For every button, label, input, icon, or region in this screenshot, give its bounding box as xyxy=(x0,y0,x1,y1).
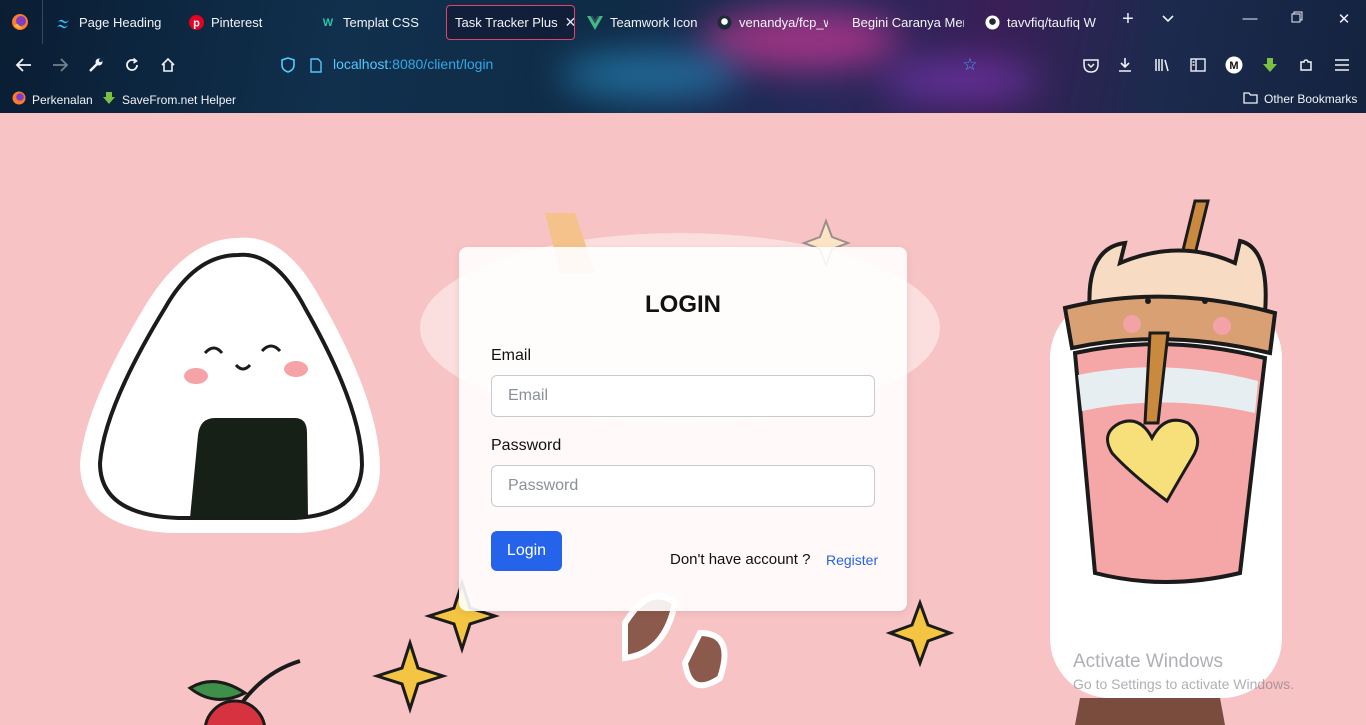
tab-label: Teamwork Icon P xyxy=(610,15,699,30)
other-bookmarks-label: Other Bookmarks xyxy=(1264,92,1358,106)
url-bar[interactable]: localhost:8080/client/login xyxy=(333,56,493,72)
tab-templat-css[interactable]: W Templat CSS xyxy=(320,5,430,40)
tab-task-tracker-plus[interactable]: Task Tracker Plus ✕ xyxy=(446,5,575,40)
tab-begini-caranya[interactable]: Begini Caranya Men xyxy=(852,5,964,40)
tab-bar: Page Headings p Pinterest W Templat CSS … xyxy=(0,0,1366,44)
cherry-sticker-icon xyxy=(187,659,301,725)
restore-icon[interactable] xyxy=(1285,10,1309,27)
library-icon[interactable] xyxy=(1151,54,1173,76)
sidebar-icon[interactable] xyxy=(1187,54,1209,76)
browser-chrome: Page Headings p Pinterest W Templat CSS … xyxy=(0,0,1366,113)
email-input[interactable] xyxy=(491,375,875,417)
password-label: Password xyxy=(491,437,562,454)
page-icon xyxy=(305,54,327,76)
no-account-text: Don't have account ? xyxy=(670,551,811,568)
reload-icon[interactable] xyxy=(121,54,143,76)
activate-windows-watermark: Activate Windows Go to Settings to activ… xyxy=(1073,651,1294,692)
register-link[interactable]: Register xyxy=(826,552,878,568)
tab-label: tavvfiq/taufiq W xyxy=(1007,15,1096,30)
extensions-puzzle-icon[interactable] xyxy=(1295,54,1317,76)
savefrom-extension-icon[interactable] xyxy=(1259,54,1281,76)
watermark-subtitle: Go to Settings to activate Windows. xyxy=(1073,676,1294,692)
login-button[interactable]: Login xyxy=(491,531,562,571)
github-icon xyxy=(984,15,1000,31)
download-arrow-icon xyxy=(102,91,116,108)
tab-tavvfiq[interactable]: tavvfiq/taufiq W xyxy=(984,5,1096,40)
tailwind-icon xyxy=(56,15,72,31)
home-icon[interactable] xyxy=(157,54,179,76)
account-m-icon[interactable]: M xyxy=(1223,54,1245,76)
login-page: LOGIN Email Password Login Don't have ac… xyxy=(0,113,1366,725)
bookmark-savefrom[interactable]: SaveFrom.net Helper xyxy=(102,91,236,108)
downloads-icon[interactable] xyxy=(1114,54,1136,76)
minimize-icon[interactable]: — xyxy=(1238,10,1262,27)
firefox-logo-icon[interactable] xyxy=(9,11,31,33)
window-close-icon[interactable]: ✕ xyxy=(1332,10,1356,28)
watermark-title: Activate Windows xyxy=(1073,651,1223,672)
bookmarks-toolbar: Perkenalan SaveFrom.net Helper Other Boo… xyxy=(0,86,1366,113)
navigation-toolbar: localhost:8080/client/login ☆ M xyxy=(0,44,1366,86)
tab-teamwork-icon[interactable]: Teamwork Icon P xyxy=(587,5,699,40)
hamburger-menu-icon[interactable] xyxy=(1331,54,1353,76)
bookmark-perkenalan[interactable]: Perkenalan xyxy=(12,91,93,108)
list-all-tabs-chevron-icon[interactable] xyxy=(1156,10,1180,27)
vue-icon xyxy=(587,15,603,31)
pocket-icon[interactable] xyxy=(1080,54,1102,76)
tab-venandya[interactable]: venandya/fcp_w xyxy=(716,5,828,40)
bubble-tea-sticker-icon xyxy=(1050,199,1282,698)
shield-icon[interactable] xyxy=(277,54,299,76)
tab-label: Page Headings xyxy=(79,15,161,30)
close-tab-icon[interactable]: ✕ xyxy=(565,14,574,31)
firefox-icon xyxy=(12,91,26,108)
tab-label: Begini Caranya Men xyxy=(852,15,964,30)
tab-label: Templat CSS xyxy=(343,15,419,30)
email-label: Email xyxy=(491,347,532,364)
url-path: :8080/client/login xyxy=(388,56,494,72)
svg-text:M: M xyxy=(1229,60,1238,72)
tab-label: Task Tracker Plus xyxy=(455,15,558,30)
other-bookmarks[interactable]: Other Bookmarks xyxy=(1243,91,1357,107)
back-arrow-icon[interactable] xyxy=(13,54,35,76)
tab-page-headings[interactable]: Page Headings xyxy=(56,5,161,40)
password-input[interactable] xyxy=(491,465,875,507)
bookmark-label: SaveFrom.net Helper xyxy=(122,92,237,107)
forward-arrow-icon[interactable] xyxy=(49,54,71,76)
url-host: localhost xyxy=(333,56,389,72)
folder-icon xyxy=(1243,91,1258,107)
wrench-icon[interactable] xyxy=(85,54,107,76)
w-icon: W xyxy=(322,16,334,29)
new-tab-plus-icon[interactable]: + xyxy=(1116,8,1140,31)
login-title: LOGIN xyxy=(645,291,721,318)
tab-label: Pinterest xyxy=(211,15,263,30)
tab-separator xyxy=(42,0,43,44)
pinterest-icon: p xyxy=(188,15,204,31)
bookmark-label: Perkenalan xyxy=(32,92,93,107)
tab-pinterest[interactable]: p Pinterest xyxy=(188,5,288,40)
bookmark-star-icon[interactable]: ☆ xyxy=(959,54,981,76)
onigiri-sticker-icon xyxy=(80,237,380,533)
tab-label: venandya/fcp_w xyxy=(739,15,828,30)
svg-text:p: p xyxy=(193,18,200,30)
github-icon xyxy=(716,15,732,31)
login-card: LOGIN Email Password Login Don't have ac… xyxy=(459,247,907,611)
